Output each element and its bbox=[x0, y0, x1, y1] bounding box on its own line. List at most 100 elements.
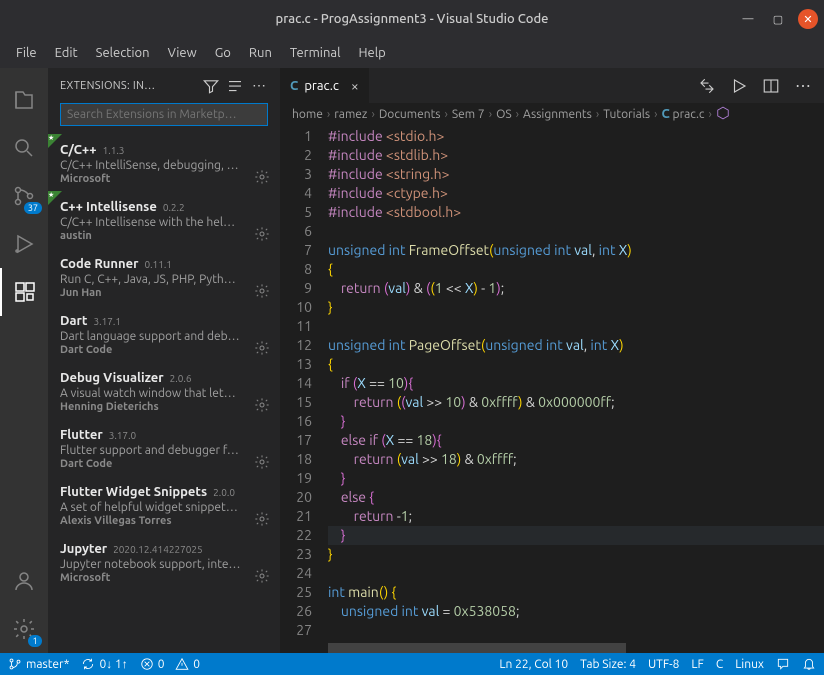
breadcrumb[interactable]: home›ramez›Documents›Sem 7›OS›Assignment… bbox=[280, 103, 824, 125]
extension-name: Flutter Widget Snippets bbox=[60, 485, 207, 499]
extension-description: A visual watch window that let… bbox=[60, 387, 268, 400]
sidebar: EXTENSIONS: IN… ⋯ C/C++ 1.1.3 C/C++ Intell… bbox=[48, 68, 280, 653]
breadcrumb-file[interactable]: C prac.c bbox=[661, 107, 704, 121]
extension-item[interactable]: Jupyter2020.12.414227025Jupyter notebook… bbox=[48, 533, 280, 590]
run-icon[interactable] bbox=[730, 77, 748, 95]
split-icon[interactable] bbox=[762, 77, 780, 95]
breadcrumb-segment[interactable]: home bbox=[292, 108, 323, 121]
tab-close-icon[interactable]: × bbox=[351, 78, 359, 94]
breadcrumb-segment[interactable]: Sem 7 bbox=[452, 108, 485, 121]
breadcrumb-segment[interactable]: Documents bbox=[379, 108, 441, 121]
extension-gear-icon[interactable] bbox=[254, 454, 270, 470]
git-branch[interactable]: master* bbox=[8, 657, 69, 671]
encoding[interactable]: UTF-8 bbox=[648, 658, 679, 671]
extension-publisher: Microsoft bbox=[60, 572, 268, 584]
language-mode[interactable]: C bbox=[716, 658, 723, 671]
os-indicator[interactable]: Linux bbox=[735, 658, 764, 671]
extension-name: C/C++ bbox=[60, 143, 97, 157]
breadcrumb-segment[interactable]: Tutorials bbox=[603, 108, 650, 121]
extension-item[interactable]: Debug Visualizer2.0.6A visual watch wind… bbox=[48, 362, 280, 419]
eol[interactable]: LF bbox=[691, 658, 703, 671]
menu-go[interactable]: Go bbox=[207, 42, 239, 64]
more-icon[interactable]: ⋯ bbox=[250, 77, 268, 95]
horizontal-scrollbar[interactable] bbox=[328, 643, 824, 653]
extension-gear-icon[interactable] bbox=[254, 568, 270, 584]
settings-gear-icon[interactable]: 1 bbox=[0, 605, 48, 653]
extension-gear-icon[interactable] bbox=[254, 340, 270, 356]
extension-item[interactable]: C/C++ 1.1.3 C/C++ IntelliSense, debugging,… bbox=[48, 134, 280, 191]
extension-publisher: Dart Code bbox=[60, 344, 268, 356]
extensions-icon[interactable] bbox=[0, 268, 48, 316]
problems[interactable]: 0 0 bbox=[140, 657, 200, 671]
compare-icon[interactable] bbox=[698, 77, 716, 95]
extension-list: C/C++ 1.1.3 C/C++ IntelliSense, debugging,… bbox=[48, 134, 280, 653]
extension-item[interactable]: Flutter3.17.0Flutter support and debugge… bbox=[48, 419, 280, 476]
extension-name: Dart bbox=[60, 314, 87, 328]
extension-gear-icon[interactable] bbox=[254, 226, 270, 242]
extension-item[interactable]: Dart 3.17.1 Dart language support and deb…… bbox=[48, 305, 280, 362]
extension-description: Run C, C++, Java, JS, PHP, Pyth… bbox=[60, 273, 268, 286]
breadcrumb-segment[interactable]: ramez bbox=[334, 108, 367, 121]
extension-version: 3.17.1 bbox=[93, 316, 120, 327]
git-sync[interactable]: 0↓ 1↑ bbox=[81, 657, 127, 671]
menu-file[interactable]: File bbox=[8, 42, 45, 64]
accounts-icon[interactable] bbox=[0, 557, 48, 605]
extension-item[interactable]: Flutter Widget Snippets 2.0.0 A set of hel… bbox=[48, 476, 280, 533]
bell-icon[interactable] bbox=[802, 657, 816, 671]
menubar: FileEditSelectionViewGoRunTerminalHelp bbox=[0, 38, 824, 68]
extension-version: 0.11.1 bbox=[144, 259, 171, 270]
extension-version: 1.1.3 bbox=[103, 145, 125, 156]
clear-icon[interactable] bbox=[226, 77, 244, 95]
minimize-button[interactable]: — bbox=[738, 9, 758, 29]
scm-badge: 37 bbox=[24, 202, 42, 214]
activity-bar: 37 1 bbox=[0, 68, 48, 653]
extension-gear-icon[interactable] bbox=[254, 511, 270, 527]
extension-search-input[interactable] bbox=[60, 103, 268, 126]
extension-description: A set of helpful widget snippet… bbox=[60, 501, 268, 514]
search-icon[interactable] bbox=[0, 124, 48, 172]
extension-description: Dart language support and deb… bbox=[60, 330, 268, 343]
extension-version: 2.0.6 bbox=[170, 373, 192, 384]
breadcrumb-symbol-icon[interactable] bbox=[716, 106, 730, 123]
tab-size[interactable]: Tab Size: 4 bbox=[580, 658, 636, 671]
extension-description: Jupyter notebook support, inte… bbox=[60, 558, 268, 571]
scm-icon[interactable]: 37 bbox=[0, 172, 48, 220]
close-button[interactable]: ✕ bbox=[798, 9, 818, 29]
feedback-icon[interactable] bbox=[776, 657, 790, 671]
tab-bar: C prac.c × ⋯ bbox=[280, 68, 824, 103]
breadcrumb-segment[interactable]: Assignments bbox=[523, 108, 592, 121]
maximize-button[interactable]: ▢ bbox=[768, 9, 788, 29]
recommended-star-icon bbox=[48, 191, 62, 205]
extension-version: 2.0.0 bbox=[213, 487, 235, 498]
menu-view[interactable]: View bbox=[160, 42, 205, 64]
extension-version: 2020.12.414227025 bbox=[113, 544, 203, 555]
editor-group: C prac.c × ⋯ home›ramez›Documents›Sem 7›… bbox=[280, 68, 824, 653]
run-debug-icon[interactable] bbox=[0, 220, 48, 268]
extension-item[interactable]: C++ Intellisense0.2.2C/C++ Intellisense … bbox=[48, 191, 280, 248]
extension-publisher: Dart Code bbox=[60, 458, 268, 470]
chevron-right-icon: › bbox=[516, 108, 519, 121]
extension-publisher: austin bbox=[60, 230, 268, 242]
more-actions-icon[interactable]: ⋯ bbox=[794, 77, 812, 95]
chevron-right-icon: › bbox=[371, 108, 374, 121]
code-editor[interactable]: 1234567891011121314151617181920212223242… bbox=[280, 125, 824, 653]
tab-prac-c[interactable]: C prac.c × bbox=[280, 68, 369, 103]
menu-terminal[interactable]: Terminal bbox=[282, 42, 349, 64]
extension-publisher: Henning Dieterichs bbox=[60, 401, 268, 413]
menu-help[interactable]: Help bbox=[350, 42, 393, 64]
extension-gear-icon[interactable] bbox=[254, 397, 270, 413]
extension-publisher: Alexis Villegas Torres bbox=[60, 515, 268, 527]
cursor-position[interactable]: Ln 22, Col 10 bbox=[499, 658, 568, 671]
menu-selection[interactable]: Selection bbox=[88, 42, 158, 64]
breadcrumb-segment[interactable]: OS bbox=[496, 108, 512, 121]
extension-item[interactable]: Code Runner0.11.1Run C, C++, Java, JS, P… bbox=[48, 248, 280, 305]
recommended-star-icon bbox=[48, 134, 62, 148]
extension-gear-icon[interactable] bbox=[254, 283, 270, 299]
filter-icon[interactable] bbox=[202, 77, 220, 95]
explorer-icon[interactable] bbox=[0, 76, 48, 124]
menu-run[interactable]: Run bbox=[241, 42, 280, 64]
menu-edit[interactable]: Edit bbox=[47, 42, 86, 64]
extension-gear-icon[interactable] bbox=[254, 169, 270, 185]
sidebar-title: EXTENSIONS: IN… bbox=[60, 80, 196, 92]
extension-description: C/C++ IntelliSense, debugging, … bbox=[60, 159, 268, 172]
